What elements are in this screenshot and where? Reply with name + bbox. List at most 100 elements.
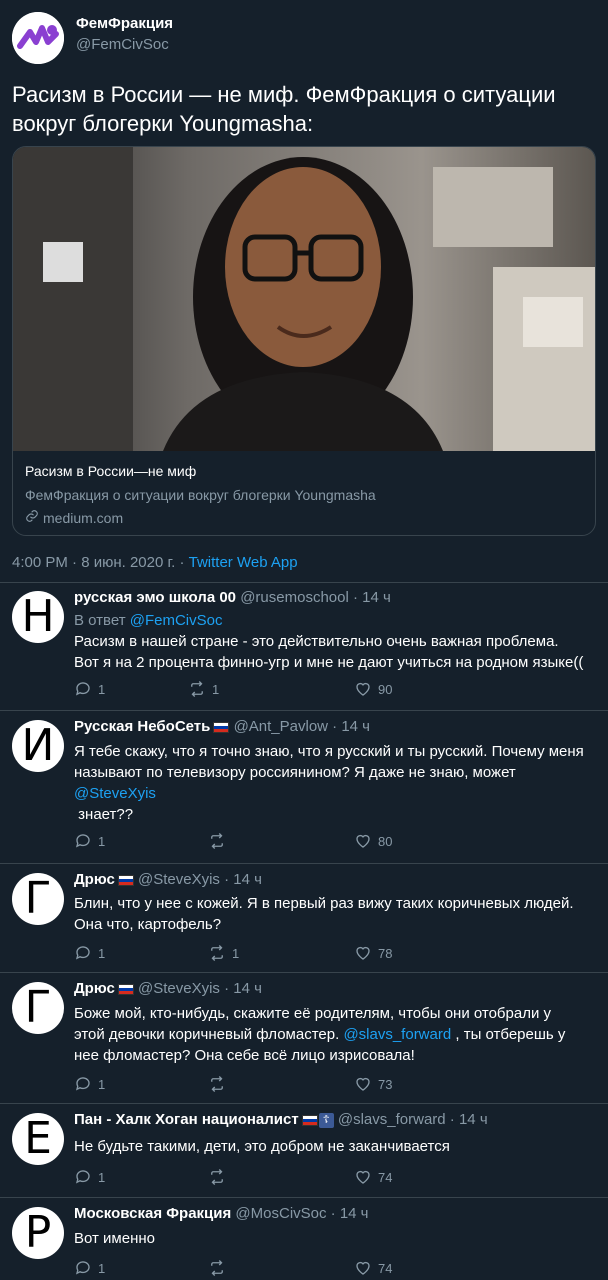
author-handle[interactable]: @FemCivSoc [76, 36, 169, 53]
reply-author-name[interactable]: Дрюс [74, 871, 115, 888]
card-link[interactable]: medium.com [25, 509, 123, 526]
reply-author-name[interactable]: Дрюс [74, 980, 115, 997]
reply-to-label: В ответ [74, 612, 130, 629]
mention-link[interactable]: @SteveXyis [74, 785, 156, 802]
reply-header: Дрюс @SteveXyis · 14 ч [74, 871, 262, 888]
reply-author-handle[interactable]: @rusemoschool · 14 ч [240, 589, 391, 606]
heart-icon [356, 1077, 370, 1091]
reply-count: 1 [98, 833, 106, 849]
retweet-icon [211, 1076, 223, 1092]
retweet-icon [211, 1169, 223, 1185]
reply-button[interactable]: 1 [74, 1259, 105, 1277]
reply-button[interactable]: 1 [74, 680, 105, 698]
reply-text: Не будьте такими, дети, это добром не за… [74, 1136, 598, 1157]
comment-icon [75, 682, 90, 696]
reply-text-line: Блин, что у нее с кожей. Я в первый раз … [74, 895, 574, 912]
link-icon [25, 509, 39, 526]
reply-actions: 1 74 [74, 1259, 404, 1279]
reply-button[interactable]: 1 [74, 944, 105, 962]
like-button[interactable]: 74 [354, 1168, 392, 1186]
heart-icon [356, 682, 370, 696]
reply-button[interactable]: 1 [74, 1075, 105, 1093]
reply-item[interactable]: И Русская НебоСеть @Ant_Pavlow · 14 ч Я … [0, 712, 608, 864]
reply-count: 1 [98, 1260, 106, 1276]
divider [0, 972, 608, 973]
reply-author-handle[interactable]: @slavs_forward · 14 ч [338, 1111, 488, 1128]
author-name[interactable]: ФемФракция [76, 15, 173, 32]
reply-text: В ответ @FemCivSoc Расизм в нашей стране… [74, 610, 598, 673]
like-count: 74 [378, 1169, 393, 1185]
avatar[interactable]: Г [12, 873, 64, 925]
divider [0, 1103, 608, 1104]
retweet-button[interactable]: 1 [188, 680, 219, 698]
reply-text-line: Вот я на 2 процента финно-угр и мне не д… [74, 654, 584, 671]
avatar[interactable]: Е [12, 1113, 64, 1165]
russia-flag-icon [301, 1114, 318, 1126]
reply-count: 1 [98, 1169, 106, 1185]
author-avatar[interactable] [12, 12, 64, 64]
orthodox-cross-icon: ☦ [318, 1112, 334, 1128]
retweet-button[interactable] [208, 1259, 232, 1277]
tweet-timestamp[interactable]: 4:00 PM · 8 июн. 2020 г. · [12, 554, 189, 571]
reply-item[interactable]: Р Московская Фракция @MosCivSoc · 14 ч В… [0, 1199, 608, 1280]
comment-icon [75, 946, 90, 960]
comment-icon [75, 1261, 90, 1275]
reply-text-line: этой девочки коричневый фломастер. [74, 1026, 344, 1043]
like-button[interactable]: 74 [354, 1259, 392, 1277]
tweet-meta: 4:00 PM · 8 июн. 2020 г. · Twitter Web A… [12, 554, 298, 571]
reply-author-handle[interactable]: @Ant_Pavlow · 14 ч [234, 718, 370, 735]
like-count: 90 [378, 681, 393, 697]
reply-author-handle[interactable]: @SteveXyis · 14 ч [138, 871, 262, 888]
tweet-text-line: Расизм в России — не миф. ФемФракция о с… [12, 82, 556, 107]
reply-text-line: Она что, картофель? [74, 916, 222, 933]
reply-item[interactable]: Н русская эмо школа 00 @rusemoschool · 1… [0, 583, 608, 711]
reply-item[interactable]: Е Пан - Халк Хоган националист ☦ @slavs_f… [0, 1105, 608, 1198]
reply-header: Московская Фракция @MosCivSoc · 14 ч [74, 1205, 369, 1222]
retweet-button[interactable] [208, 832, 232, 850]
reply-author-name[interactable]: Пан - Халк Хоган националист [74, 1111, 299, 1128]
heart-icon [356, 1261, 370, 1275]
retweet-icon [211, 1260, 223, 1276]
card-description: ФемФракция о ситуации вокруг блогерки Yo… [25, 487, 376, 503]
reply-author-name[interactable]: Московская Фракция [74, 1205, 231, 1222]
card-link-domain: medium.com [43, 509, 124, 526]
retweet-button[interactable]: 1 [208, 944, 239, 962]
reply-actions: 1 1 78 [74, 944, 404, 964]
retweet-button[interactable] [208, 1075, 232, 1093]
reply-header: Русская НебоСеть @Ant_Pavlow · 14 ч [74, 718, 370, 735]
reply-author-handle[interactable]: @SteveXyis · 14 ч [138, 980, 262, 997]
retweet-icon [211, 833, 223, 849]
like-button[interactable]: 73 [354, 1075, 392, 1093]
mention-link[interactable]: @slavs_forward [343, 1026, 451, 1043]
comment-icon [75, 1170, 90, 1184]
avatar[interactable]: Н [12, 591, 64, 643]
reply-author-name[interactable]: русская эмо школа 00 [74, 589, 236, 606]
heart-icon [356, 1170, 370, 1184]
tweet-app-link[interactable]: Twitter Web App [189, 554, 298, 571]
reply-item[interactable]: Г Дрюс @SteveXyis · 14 ч Боже мой, кто-н… [0, 974, 608, 1104]
reply-button[interactable]: 1 [74, 1168, 105, 1186]
like-button[interactable]: 78 [354, 944, 392, 962]
reply-header: Пан - Халк Хоган националист ☦ @slavs_for… [74, 1111, 488, 1128]
reply-header: русская эмо школа 00 @rusemoschool · 14 … [74, 589, 391, 606]
retweet-icon [191, 681, 203, 697]
retweet-button[interactable] [208, 1168, 232, 1186]
reply-button[interactable]: 1 [74, 832, 105, 850]
divider [0, 710, 608, 711]
mention-link[interactable]: @FemCivSoc [130, 612, 223, 629]
avatar[interactable]: Р [12, 1207, 64, 1259]
avatar[interactable]: И [12, 720, 64, 772]
reply-text: Вот именно [74, 1228, 598, 1249]
like-button[interactable]: 90 [354, 680, 392, 698]
reply-header: Дрюс @SteveXyis · 14 ч [74, 980, 262, 997]
like-count: 74 [378, 1260, 393, 1276]
reply-author-name[interactable]: Русская НебоСеть [74, 718, 210, 735]
heart-icon [356, 946, 370, 960]
link-card[interactable]: Расизм в России—не миф ФемФракция о ситу… [12, 146, 596, 536]
avatar[interactable]: Г [12, 982, 64, 1034]
reply-text-line: называют по телевизору россиянином? Я да… [74, 764, 516, 781]
reply-item[interactable]: Г Дрюс @SteveXyis · 14 ч Блин, что у нее… [0, 865, 608, 973]
reply-author-handle[interactable]: @MosCivSoc · 14 ч [235, 1205, 368, 1222]
like-button[interactable]: 80 [354, 832, 392, 850]
reply-text-line: Боже мой, кто-нибудь, скажите её родител… [74, 1005, 551, 1022]
